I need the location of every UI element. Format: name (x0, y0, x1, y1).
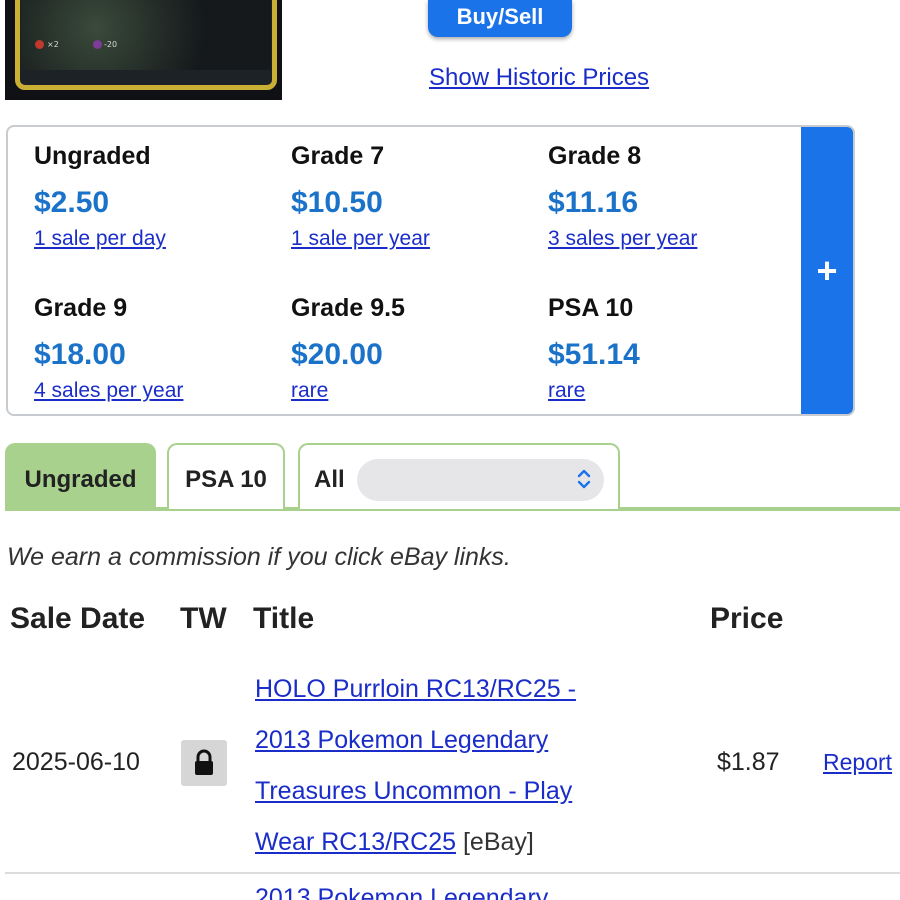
grade-cell: Ungraded $2.50 1 sale per day (34, 141, 284, 252)
sales-volume-link[interactable]: 3 sales per year (548, 226, 798, 252)
show-historic-prices-link[interactable]: Show Historic Prices (429, 64, 649, 92)
grade-price: $51.14 (548, 338, 640, 371)
col-header-title: Title (253, 602, 315, 635)
tab-ungraded[interactable]: Ungraded (5, 443, 156, 509)
grade-label: Ungraded (34, 142, 151, 170)
grade-cell: Grade 8 $11.16 3 sales per year (548, 141, 798, 252)
sales-volume-link[interactable]: 1 sale per year (291, 226, 541, 252)
card-weakness-text: ×2 (47, 40, 59, 49)
grade-price: $11.16 (548, 186, 639, 219)
grade-cell: PSA 10 $51.14 rare (548, 293, 798, 404)
chevron-up-down-icon (577, 469, 591, 489)
sales-volume-link[interactable]: rare (548, 378, 798, 404)
lock-icon[interactable] (181, 740, 227, 786)
row-divider (5, 872, 900, 874)
col-header-tw: TW (180, 602, 227, 635)
grade-cell: Grade 9 $18.00 4 sales per year (34, 293, 284, 404)
energy-icon (35, 40, 44, 49)
tab-psa-10[interactable]: PSA 10 (167, 443, 285, 509)
tab-all-label: All (314, 466, 345, 493)
grade-price-grid: Ungraded $2.50 1 sale per day Grade 7 $1… (6, 125, 855, 416)
commission-note: We earn a commission if you click eBay l… (7, 543, 511, 571)
sales-volume-link[interactable]: 1 sale per day (34, 226, 284, 252)
report-link[interactable]: Report (823, 749, 892, 776)
grade-price: $20.00 (291, 338, 383, 371)
col-header-price: Price (710, 602, 784, 635)
resistance-icon (93, 40, 102, 49)
card-resistance-text: -20 (104, 40, 118, 49)
sale-price: $1.87 (717, 748, 780, 776)
card-image[interactable]: ×2 -20 (5, 0, 282, 100)
card-holo-art (21, 0, 271, 70)
plus-icon: + (816, 249, 838, 291)
grade-label: PSA 10 (548, 294, 634, 322)
sales-volume-link[interactable]: rare (291, 378, 541, 404)
grade-price: $18.00 (34, 338, 126, 371)
sale-title-link[interactable]: 2013 Pokemon Legendary (255, 884, 548, 900)
grade-label: Grade 8 (548, 142, 642, 170)
lock-glyph (195, 749, 213, 775)
sale-date: 2025-06-10 (12, 748, 140, 776)
grade-price: $2.50 (34, 186, 110, 219)
tab-all[interactable]: All (298, 443, 620, 509)
grade-label: Grade 9.5 (291, 294, 405, 322)
grade-filter-select[interactable] (357, 459, 604, 501)
grade-price: $10.50 (291, 186, 383, 219)
sales-volume-link[interactable]: 4 sales per year (34, 378, 284, 404)
sale-source: [eBay] (462, 828, 534, 856)
sale-title: HOLO Purrloin RC13/RC25 -2013 Pokemon Le… (255, 664, 635, 868)
expand-grades-button[interactable]: + (801, 127, 853, 414)
col-header-sale-date: Sale Date (10, 602, 146, 635)
grade-label: Grade 9 (34, 294, 128, 322)
grade-cell: Grade 9.5 $20.00 rare (291, 293, 541, 404)
grade-cell: Grade 7 $10.50 1 sale per year (291, 141, 541, 252)
buy-sell-button[interactable]: Buy/Sell (428, 0, 572, 37)
grade-label: Grade 7 (291, 142, 385, 170)
